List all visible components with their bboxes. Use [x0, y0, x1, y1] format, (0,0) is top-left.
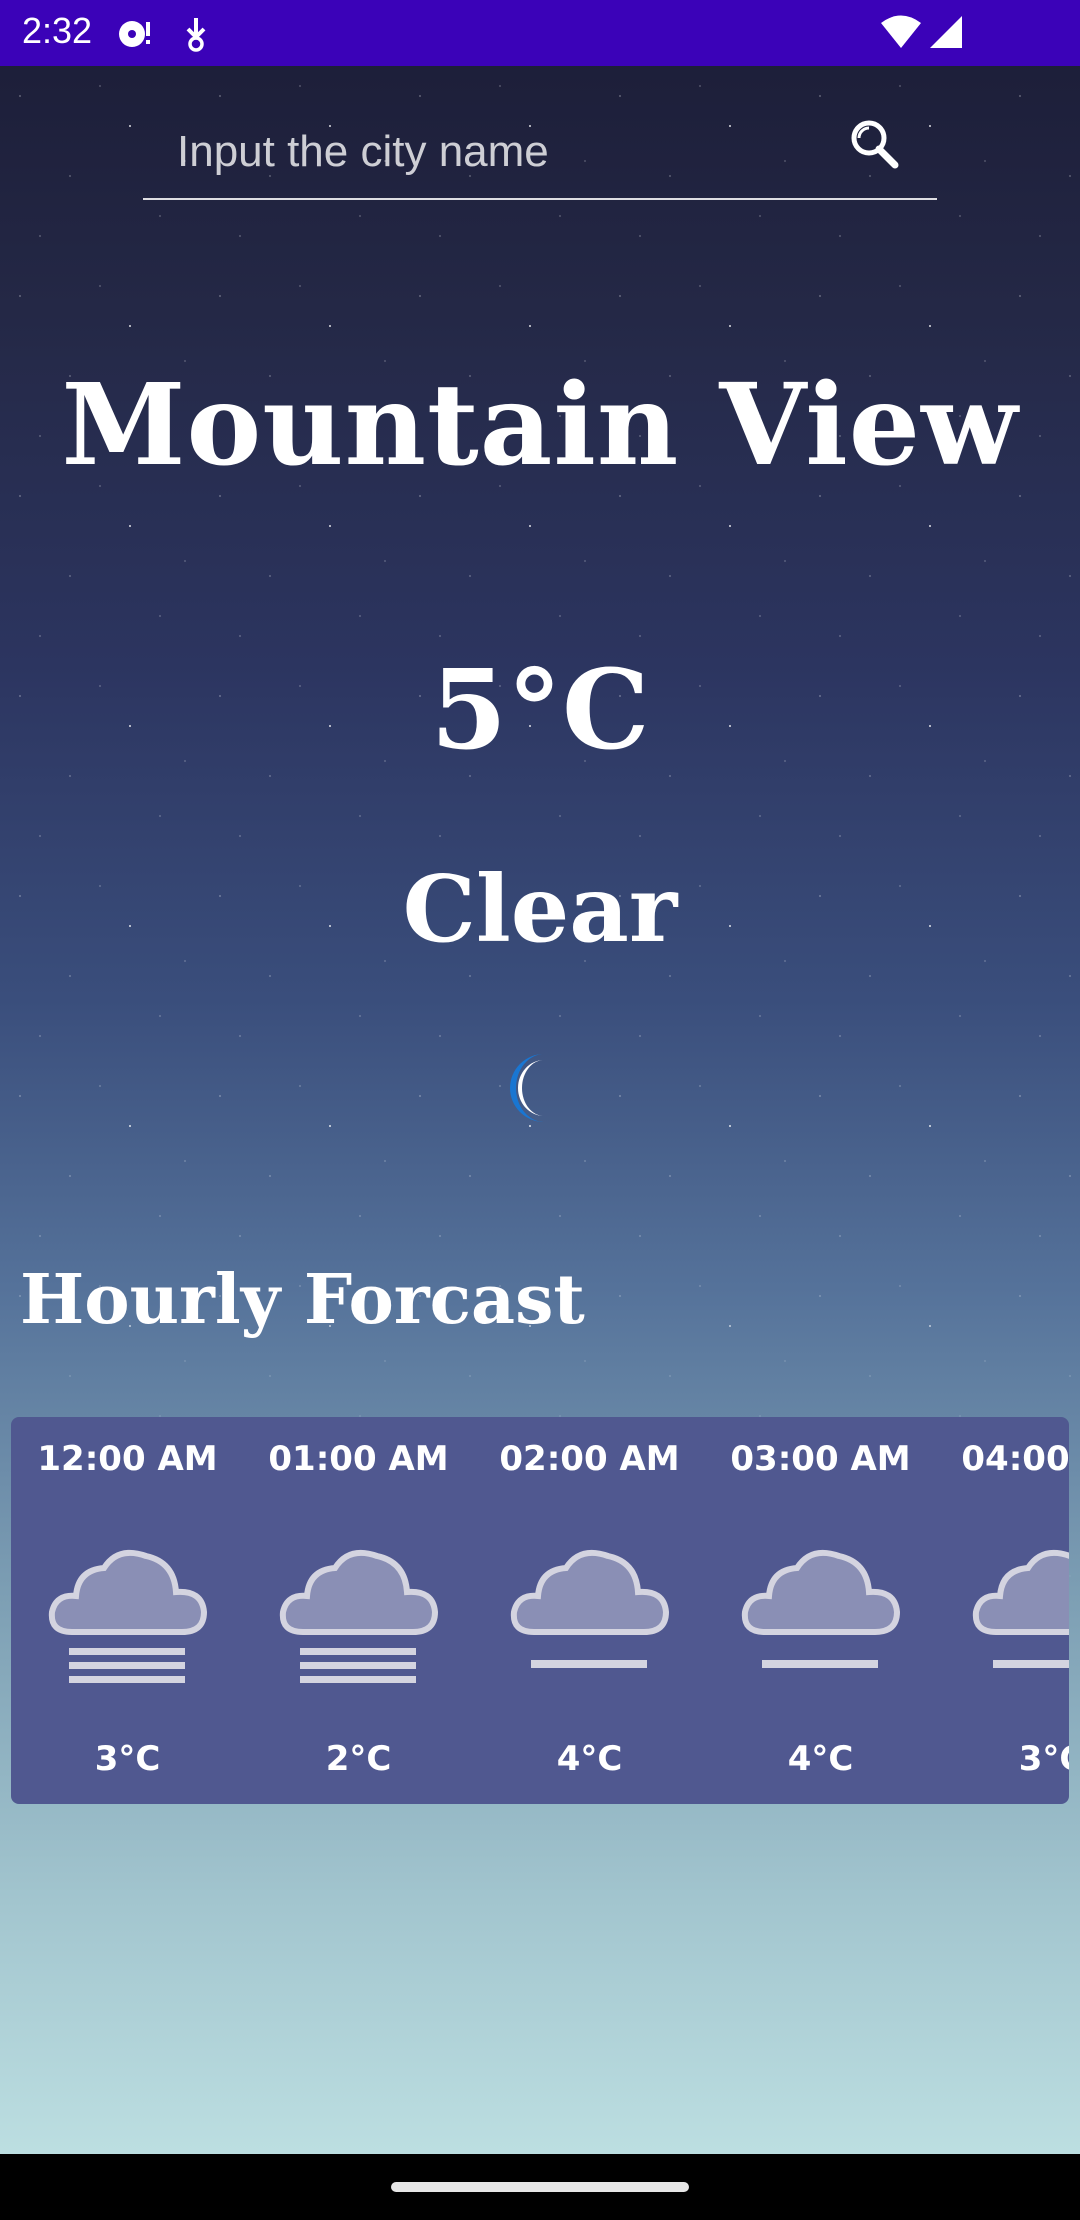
moon-icon	[510, 1054, 544, 1122]
hourly-item: 12:00 AM 3°C	[12, 1417, 243, 1804]
city-search-bar	[143, 110, 937, 200]
hourly-temperature: 3°C	[94, 1739, 161, 1779]
home-gesture-handle[interactable]	[391, 2182, 689, 2192]
mist-cloud-icon	[510, 1550, 670, 1668]
hourly-forecast-list[interactable]: 12:00 AM 3°C 01:00 AM 2°C 02:00 AM 4°C 0…	[11, 1417, 1069, 1804]
hourly-time: 04:00 AM	[961, 1439, 1069, 1479]
navigation-bar	[0, 2154, 1080, 2220]
hourly-item: 01:00 AM 2°C	[243, 1417, 474, 1804]
hourly-time: 02:00 AM	[499, 1439, 680, 1479]
mist-cloud-icon	[741, 1550, 901, 1668]
fog-cloud-icon	[279, 1550, 439, 1683]
hourly-time: 03:00 AM	[730, 1439, 911, 1479]
status-time: 2:32	[22, 10, 93, 51]
search-icon[interactable]	[843, 114, 907, 178]
hourly-temperature: 2°C	[325, 1739, 392, 1779]
weather-condition: Clear	[402, 855, 678, 963]
current-temperature: 5°C	[430, 645, 650, 774]
city-search-input[interactable]	[175, 116, 819, 188]
cell-signal-icon	[930, 16, 962, 48]
status-bar: 2:32	[0, 0, 1080, 66]
wifi-icon	[881, 15, 921, 48]
media-notification-icon	[119, 21, 150, 47]
hourly-item: 02:00 AM 4°C	[474, 1417, 705, 1804]
hourly-forecast-title: Hourly Forcast	[20, 1260, 585, 1340]
hourly-temperature: 4°C	[556, 1739, 623, 1779]
hourly-time: 01:00 AM	[268, 1439, 449, 1479]
download-notification-icon	[186, 18, 206, 52]
hourly-time: 12:00 AM	[37, 1439, 218, 1479]
hourly-temperature: 4°C	[787, 1739, 854, 1779]
hourly-item: 03:00 AM 4°C	[705, 1417, 936, 1804]
city-name: Mountain View	[61, 360, 1019, 491]
mist-cloud-icon	[972, 1550, 1069, 1668]
hourly-item: 04:00 AM 3°C	[936, 1417, 1069, 1804]
hourly-temperature: 3°C	[1018, 1739, 1069, 1779]
fog-cloud-icon	[48, 1550, 208, 1683]
